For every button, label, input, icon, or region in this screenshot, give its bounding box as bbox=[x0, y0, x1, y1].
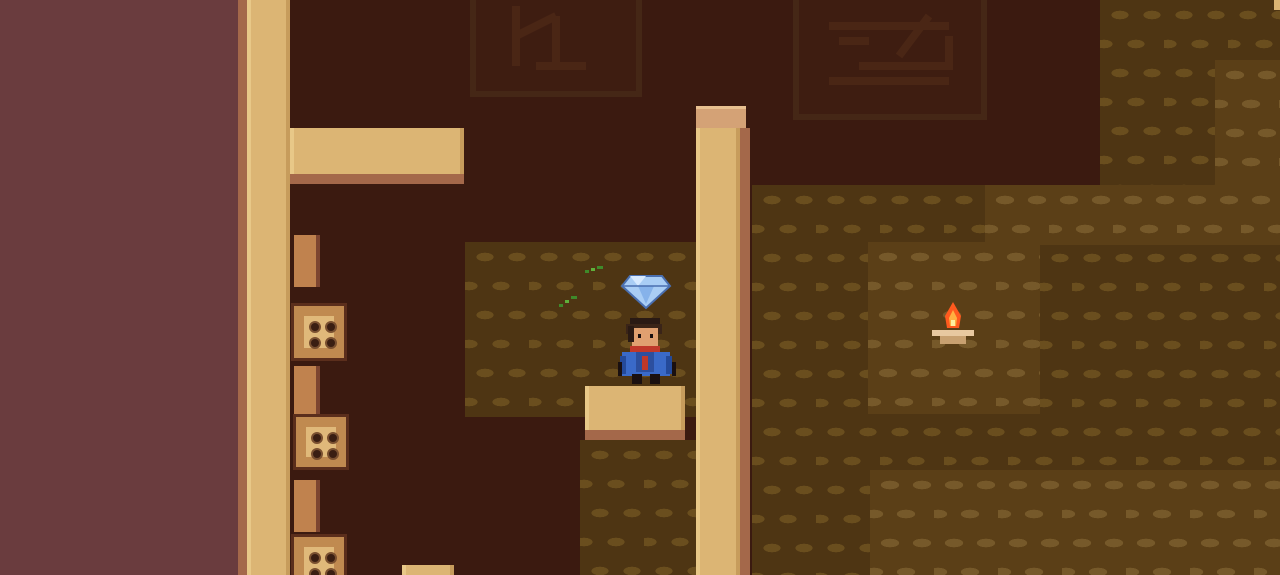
game-scene bbox=[0, 0, 1280, 575]
left-sandstone-column bbox=[247, 0, 290, 575]
bottom-ledge bbox=[402, 565, 454, 575]
glyph-panel-left bbox=[470, 0, 642, 97]
dice-block[interactable] bbox=[291, 303, 347, 361]
glyph-panel-right bbox=[793, 0, 987, 120]
dice-face bbox=[306, 427, 339, 460]
pillar-cap bbox=[696, 106, 746, 128]
wall-stub bbox=[294, 235, 320, 287]
dice-block[interactable] bbox=[291, 534, 347, 575]
brick-wall-right-upper bbox=[985, 185, 1280, 245]
dice-face bbox=[304, 316, 337, 349]
diamond-gem-icon[interactable] bbox=[620, 274, 672, 310]
central-sandstone-pillar bbox=[696, 128, 740, 575]
green-sparkle-particles bbox=[559, 266, 603, 307]
wall-stub bbox=[294, 480, 320, 532]
dice-face bbox=[304, 547, 337, 575]
central-pillar-edge bbox=[740, 128, 750, 575]
wall-torch-icon bbox=[932, 302, 974, 344]
top-right-marker bbox=[1274, 0, 1280, 10]
wall-stub bbox=[294, 366, 320, 414]
glyph-symbol-icon bbox=[829, 13, 953, 85]
player-platform bbox=[585, 386, 685, 430]
glyph-symbol-icon bbox=[512, 6, 586, 70]
brick-wall-lower-right bbox=[870, 470, 1280, 575]
outer-wall bbox=[0, 0, 240, 575]
player-character[interactable] bbox=[618, 316, 676, 384]
player-platform-edge bbox=[585, 430, 685, 440]
brick-wall-right-edge bbox=[1215, 60, 1280, 185]
dice-block[interactable] bbox=[293, 414, 349, 470]
upper-left-ledge-edge bbox=[290, 174, 464, 184]
brick-wall-lower-center bbox=[580, 440, 697, 575]
upper-left-ledge bbox=[290, 128, 464, 174]
